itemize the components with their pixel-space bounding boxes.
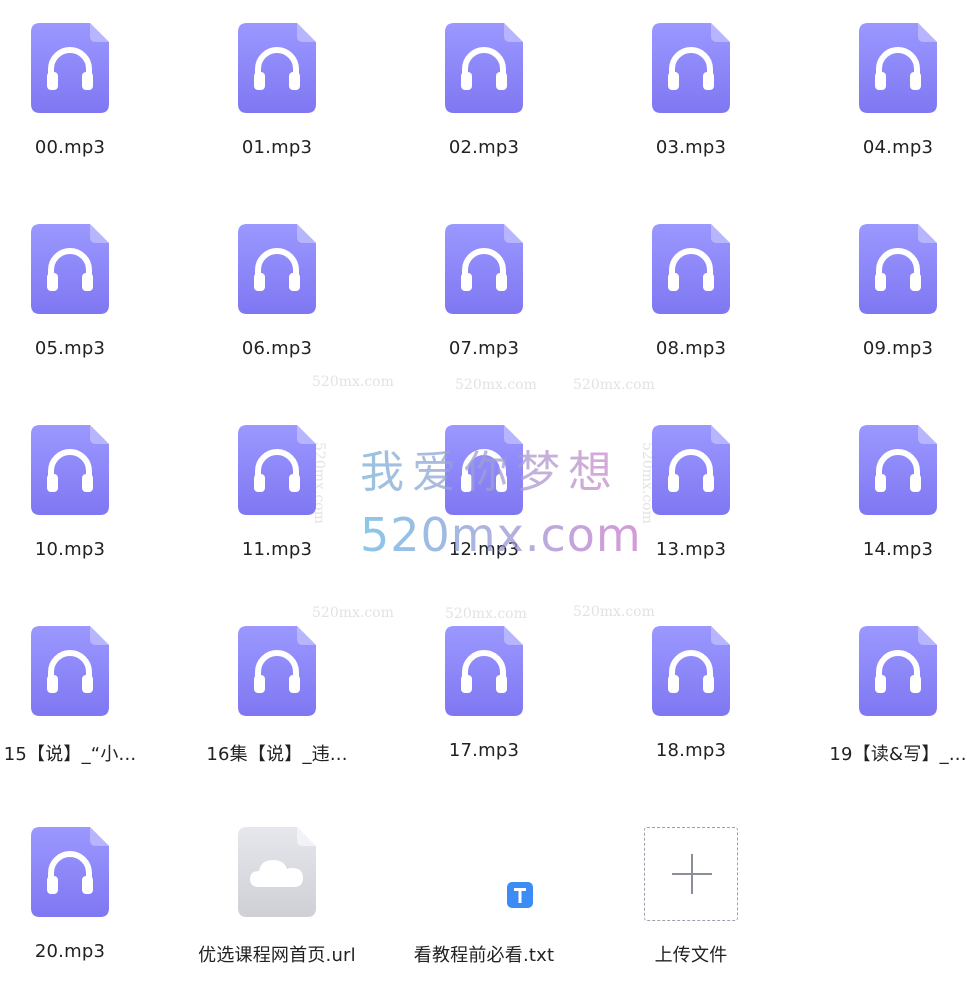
- upload-box[interactable]: [644, 827, 738, 921]
- file-grid: 00.mp3 01.mp3 02.mp3 03.mp3 04.mp3 05.mp3 06.m…: [0, 0, 967, 991]
- file-item[interactable]: 03.mp3: [601, 0, 781, 180]
- file-name: 14.mp3: [862, 539, 934, 560]
- file-item[interactable]: 12.mp3: [394, 402, 574, 582]
- file-name: 11.mp3: [241, 539, 313, 560]
- file-name: 13.mp3: [655, 539, 727, 560]
- file-item[interactable]: 09.mp3: [808, 201, 967, 381]
- headphones-icon: [858, 22, 938, 114]
- headphones-icon: [237, 424, 317, 516]
- headphones-icon: [30, 625, 110, 717]
- file-name: 19【读&写】_...: [829, 744, 967, 765]
- file-item[interactable]: 13.mp3: [601, 402, 781, 582]
- file-name: 01.mp3: [241, 137, 313, 158]
- file-item[interactable]: 看教程前必看.txt: [394, 804, 574, 984]
- file-name: 08.mp3: [655, 338, 727, 359]
- file-name: 12.mp3: [448, 539, 520, 560]
- file-item[interactable]: 05.mp3: [0, 201, 160, 381]
- cloud-icon: [237, 826, 317, 918]
- file-item[interactable]: 16集【说】_违...: [187, 603, 367, 783]
- headphones-icon: [237, 223, 317, 315]
- headphones-icon: [444, 625, 524, 717]
- headphones-icon: [858, 223, 938, 315]
- file-name: 06.mp3: [241, 338, 313, 359]
- headphones-icon: [444, 22, 524, 114]
- file-name: 04.mp3: [862, 137, 934, 158]
- headphones-icon: [444, 424, 524, 516]
- upload-label: 上传文件: [654, 945, 728, 966]
- upload-file-button[interactable]: 上传文件: [601, 822, 781, 1002]
- file-item[interactable]: 07.mp3: [394, 201, 574, 381]
- headphones-icon: [30, 826, 110, 918]
- file-item[interactable]: 01.mp3: [187, 0, 367, 180]
- file-name: 16集【说】_违...: [206, 744, 348, 765]
- file-item[interactable]: 11.mp3: [187, 402, 367, 582]
- file-name: 20.mp3: [34, 941, 106, 962]
- headphones-icon: [858, 424, 938, 516]
- file-name: 17.mp3: [448, 740, 520, 761]
- file-name: 09.mp3: [862, 338, 934, 359]
- file-name: 03.mp3: [655, 137, 727, 158]
- file-item[interactable]: 02.mp3: [394, 0, 574, 180]
- headphones-icon: [444, 223, 524, 315]
- file-item[interactable]: 20.mp3: [0, 804, 160, 984]
- headphones-icon: [858, 625, 938, 717]
- file-item[interactable]: 14.mp3: [808, 402, 967, 582]
- file-item[interactable]: 10.mp3: [0, 402, 160, 582]
- file-name: 02.mp3: [448, 137, 520, 158]
- file-item[interactable]: 17.mp3: [394, 603, 574, 783]
- headphones-icon: [651, 625, 731, 717]
- file-item[interactable]: 08.mp3: [601, 201, 781, 381]
- headphones-icon: [237, 625, 317, 717]
- headphones-icon: [30, 22, 110, 114]
- file-item[interactable]: 00.mp3: [0, 0, 160, 180]
- file-name: 10.mp3: [34, 539, 106, 560]
- file-item[interactable]: 优选课程网首页.url: [187, 804, 367, 984]
- file-item[interactable]: 18.mp3: [601, 603, 781, 783]
- file-item[interactable]: 19【读&写】_...: [808, 603, 967, 783]
- headphones-icon: [30, 223, 110, 315]
- headphones-icon: [651, 22, 731, 114]
- text-file-icon: [506, 881, 534, 909]
- file-name: 05.mp3: [34, 338, 106, 359]
- headphones-icon: [651, 424, 731, 516]
- file-name: 00.mp3: [34, 137, 106, 158]
- file-name: 优选课程网首页.url: [198, 945, 356, 966]
- headphones-icon: [30, 424, 110, 516]
- file-item[interactable]: 15【说】_“小...: [0, 603, 160, 783]
- headphones-icon: [651, 223, 731, 315]
- file-name: 18.mp3: [655, 740, 727, 761]
- file-name: 15【说】_“小...: [3, 744, 137, 765]
- file-name: 看教程前必看.txt: [413, 945, 555, 966]
- file-item[interactable]: 06.mp3: [187, 201, 367, 381]
- file-name: 07.mp3: [448, 338, 520, 359]
- headphones-icon: [237, 22, 317, 114]
- file-item[interactable]: 04.mp3: [808, 0, 967, 180]
